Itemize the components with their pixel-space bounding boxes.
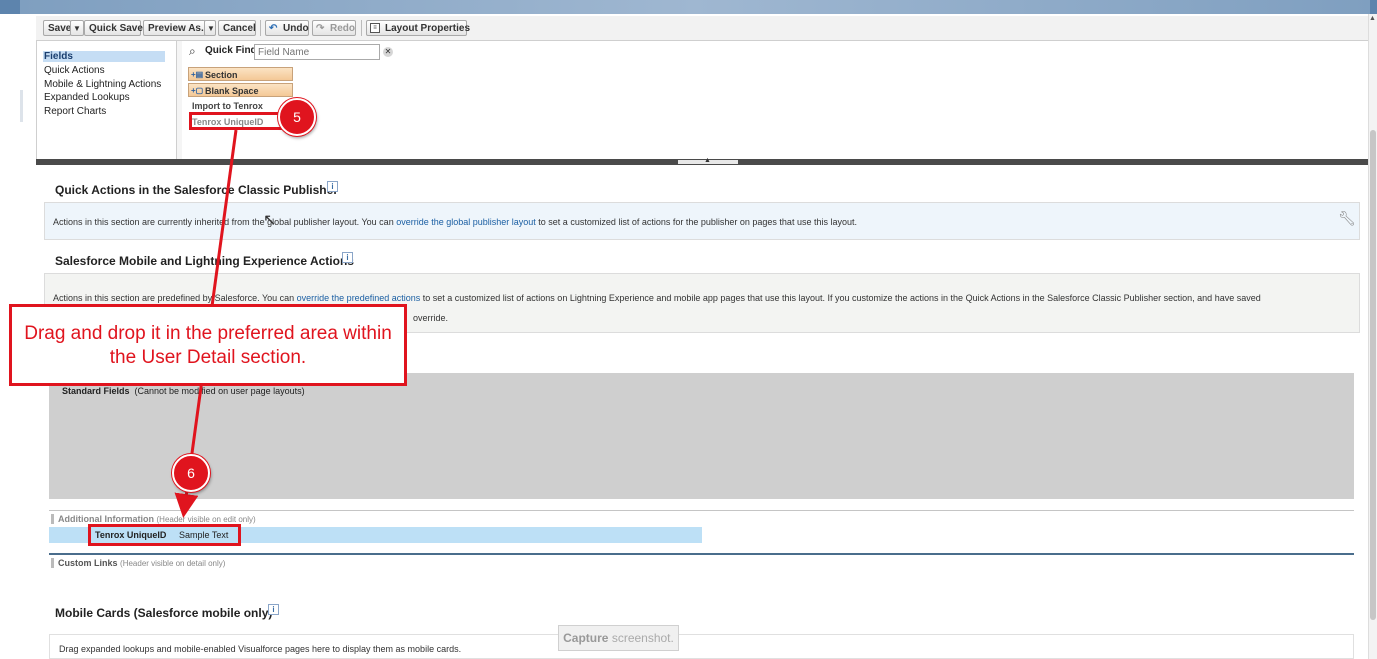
dropped-field-highlight xyxy=(88,524,241,546)
mouse-cursor-icon: ↖ xyxy=(263,212,277,229)
step-5-marker: 5 xyxy=(278,98,316,136)
step-6-marker: 6 xyxy=(172,454,210,492)
instruction-callout: Drag and drop it in the preferred area w… xyxy=(9,304,407,386)
tenrox-uniqueid-highlight xyxy=(189,112,283,130)
